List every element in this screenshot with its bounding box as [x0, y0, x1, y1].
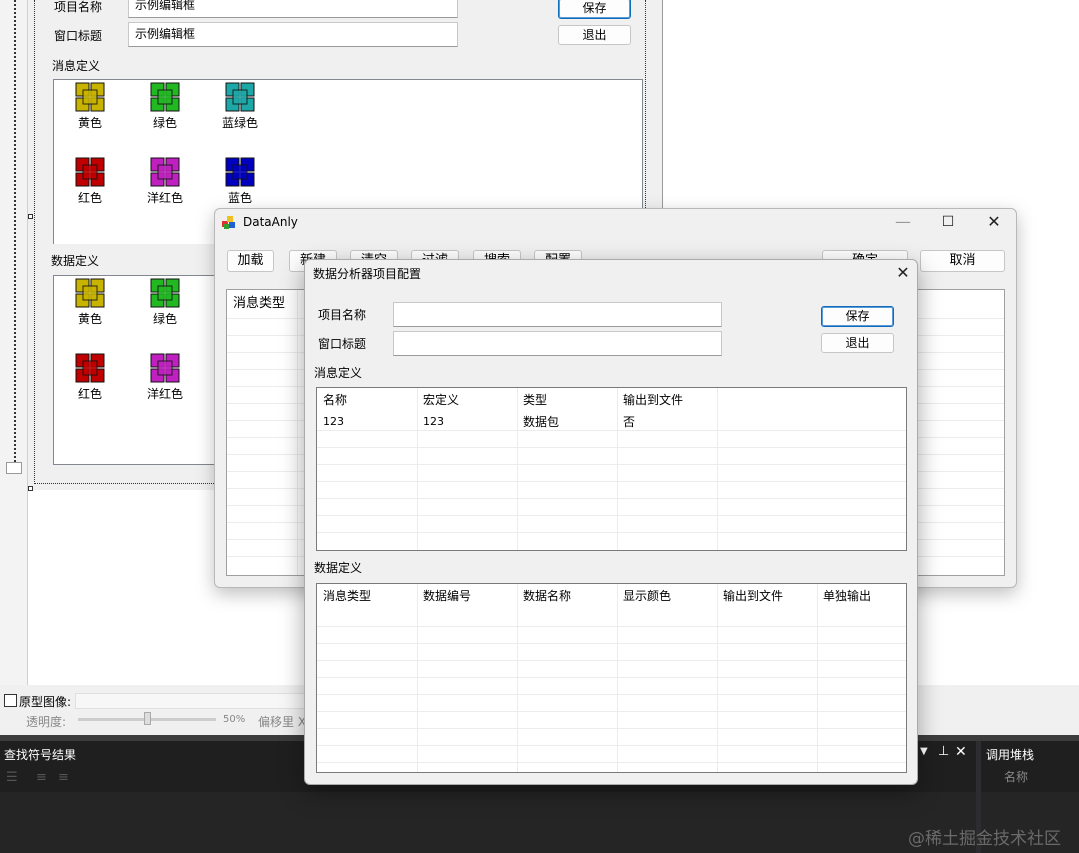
color-tile-icon[interactable]: 黄色 [60, 82, 120, 131]
msg-col-name[interactable]: 名称 [317, 388, 417, 412]
designer-exit-button[interactable]: 退出 [558, 25, 631, 45]
data-col-message-type[interactable]: 消息类型 [317, 584, 417, 608]
cancel-button[interactable]: 取消 [920, 250, 1005, 272]
config-window-title-label: 窗口标题 [318, 337, 367, 351]
msg-row-0-output[interactable]: 否 [617, 413, 635, 431]
grid-row-line [317, 728, 906, 729]
toolbar-load-button[interactable]: 加载 [227, 250, 274, 272]
color-tile-icon[interactable]: 黄色 [60, 278, 120, 327]
color-tile-icon[interactable]: 绿色 [135, 278, 195, 327]
color-tile-icon[interactable]: 红色 [60, 353, 120, 402]
color-tile-icon[interactable]: 蓝绿色 [210, 82, 270, 131]
data-col-separate-output[interactable]: 单独输出 [817, 584, 906, 608]
opacity-label: 透明度: [26, 715, 67, 729]
msg-row-0-name[interactable]: 123 [317, 413, 344, 431]
designer-window-title-field[interactable]: 示例编辑框 [128, 22, 458, 47]
color-tile-label: 红色 [77, 387, 102, 401]
msg-row-0-type[interactable]: 数据包 [517, 413, 559, 431]
color-tile-label: 蓝色 [227, 191, 252, 205]
config-exit-button[interactable]: 退出 [821, 333, 894, 353]
color-tile-label: 洋红色 [146, 387, 183, 401]
grid-row-line [317, 711, 906, 712]
designer-project-name-field[interactable]: 示例编辑框 [128, 0, 458, 18]
grid-row-line [317, 643, 906, 644]
data-col-output-file[interactable]: 输出到文件 [717, 584, 817, 608]
data-definition-table[interactable]: 消息类型 数据编号 数据名称 显示颜色 输出到文件 单独输出 [316, 583, 907, 773]
config-message-section-label: 消息定义 [314, 366, 363, 380]
app-logo-icon [221, 214, 237, 230]
color-tile-label: 黄色 [77, 116, 102, 130]
list-icon[interactable]: ☰ [6, 771, 20, 785]
config-project-name-label: 项目名称 [318, 308, 367, 322]
msg-col-type[interactable]: 类型 [517, 388, 617, 412]
opacity-slider-thumb[interactable] [144, 712, 151, 725]
selection-handle [28, 486, 33, 491]
config-project-name-field[interactable] [393, 302, 722, 327]
designer-window-title-label: 窗口标题 [54, 29, 103, 43]
color-tile-label: 洋红色 [146, 191, 183, 205]
color-tile-label: 黄色 [77, 312, 102, 326]
config-dialog-title: 数据分析器项目配置 [313, 267, 422, 281]
grid-row-line [317, 660, 906, 661]
grid-row-line [317, 762, 906, 763]
dataanly-title: DataAnly [243, 215, 298, 229]
pin-icon[interactable]: ⊥ [938, 744, 949, 759]
opacity-value: 50% [223, 714, 246, 725]
callstack-name-column[interactable]: 名称 [1004, 768, 1028, 785]
config-window-title-field[interactable] [393, 331, 722, 356]
close-panel-icon[interactable]: ✕ [955, 744, 967, 760]
prototype-path-field[interactable] [75, 693, 315, 709]
color-tile-icon[interactable]: 洋红色 [135, 157, 195, 206]
grid-row-line [317, 694, 906, 695]
color-tile-icon[interactable]: 洋红色 [135, 353, 195, 402]
color-tile-label: 红色 [77, 191, 102, 205]
color-tile-label: 绿色 [152, 116, 177, 130]
designer-message-section-label: 消息定义 [52, 59, 101, 73]
data-col-color[interactable]: 显示颜色 [617, 584, 717, 608]
callstack-title[interactable]: 调用堆栈 [986, 746, 1034, 763]
color-tile-label: 蓝绿色 [221, 116, 258, 130]
watermark: @稀土掘金技术社区 [908, 829, 1061, 849]
grid-row-line [317, 464, 906, 465]
designer-save-button[interactable]: 保存 [558, 0, 631, 19]
message-definition-table[interactable]: 名称 宏定义 类型 输出到文件 123 123 数据包 否 [316, 387, 907, 551]
config-data-section-label: 数据定义 [314, 561, 363, 575]
color-tile-icon[interactable]: 红色 [60, 157, 120, 206]
config-save-button[interactable]: 保存 [821, 306, 894, 327]
grid-row-line [317, 515, 906, 516]
indent-icon[interactable]: ≡ [36, 771, 50, 785]
designer-project-name-label: 项目名称 [54, 0, 103, 14]
designer-left-ruler [0, 0, 28, 685]
grid-row-line [317, 745, 906, 746]
prototype-checkbox-label: 原型图像: [19, 695, 72, 709]
grid-row-line [317, 498, 906, 499]
dropdown-icon[interactable]: ▼ [920, 746, 928, 757]
msg-row-0-macro[interactable]: 123 [417, 413, 444, 431]
designer-data-section-label: 数据定义 [51, 254, 100, 268]
grid-row-line [317, 447, 906, 448]
selection-handle-left [28, 214, 33, 219]
msg-col-output-file[interactable]: 输出到文件 [617, 388, 717, 412]
grid-row-line [317, 532, 906, 533]
message-type-header[interactable]: 消息类型 [227, 290, 297, 318]
data-col-number[interactable]: 数据编号 [417, 584, 517, 608]
grid-row-line [317, 430, 906, 431]
data-col-name[interactable]: 数据名称 [517, 584, 617, 608]
color-tile-label: 绿色 [152, 312, 177, 326]
minimize-icon[interactable]: — [888, 208, 918, 236]
find-results-title[interactable]: 查找符号结果 [4, 746, 76, 763]
grid-row-line [317, 481, 906, 482]
prototype-checkbox[interactable] [4, 694, 17, 707]
maximize-icon[interactable]: ☐ [933, 208, 963, 236]
grid-row-line [317, 677, 906, 678]
outdent-icon[interactable]: ≡ [58, 771, 72, 785]
config-close-icon[interactable]: ✕ [888, 259, 918, 287]
grid-row-line [317, 626, 906, 627]
close-icon[interactable]: ✕ [979, 208, 1009, 236]
offset-label: 偏移里 X [258, 715, 307, 729]
color-tile-icon[interactable]: 绿色 [135, 82, 195, 131]
msg-col-macro[interactable]: 宏定义 [417, 388, 517, 412]
color-tile-icon[interactable]: 蓝色 [210, 157, 270, 206]
